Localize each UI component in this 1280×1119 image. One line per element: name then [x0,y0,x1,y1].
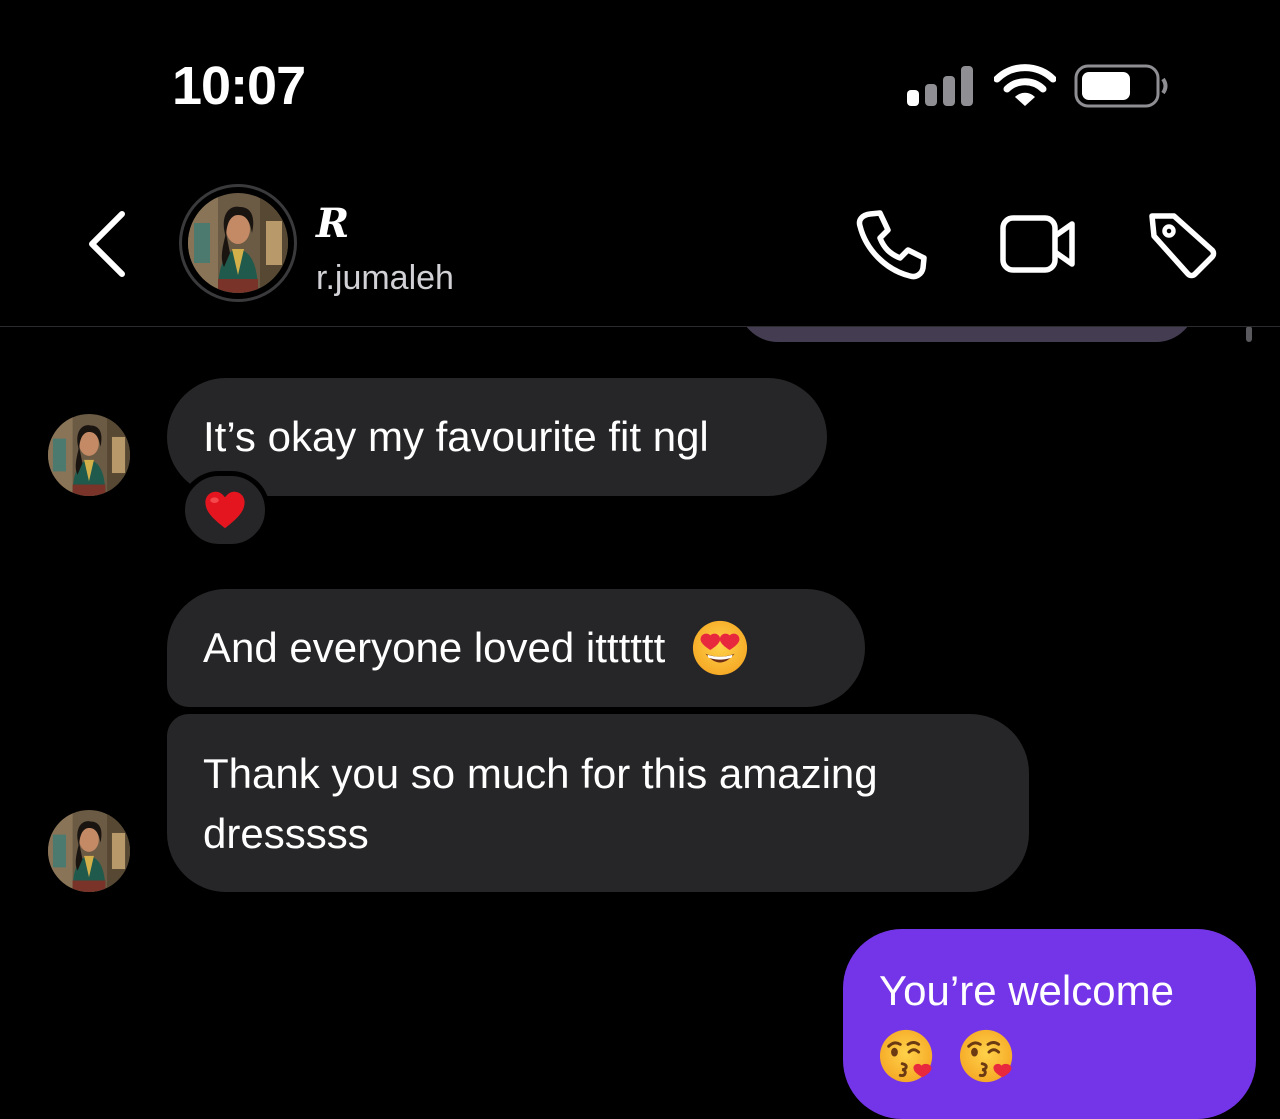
back-chevron-icon[interactable] [84,208,134,280]
message-text-line: dresssss [203,810,369,857]
wifi-icon [994,64,1056,106]
status-time: 10:07 [172,56,306,116]
message-text: And everyone loved itttttt [203,624,666,671]
phone-icon[interactable] [856,208,928,280]
incoming-message-bubble[interactable]: And everyone loved itttttt [167,589,865,707]
message-reaction[interactable] [180,471,270,549]
kissing-heart-emoji-icon [959,1027,1017,1085]
message-text-line: Thank you so much for this amazing [203,750,878,797]
profile-avatar[interactable] [179,184,297,302]
sender-avatar[interactable] [48,810,130,892]
contact-username[interactable]: r.jumaleh [316,256,454,300]
tag-icon[interactable] [1146,208,1220,282]
message-text: It’s okay my favourite fit ngl [203,413,709,460]
header-divider [0,326,1280,327]
contact-display-name[interactable]: R [316,200,349,248]
scroll-indicator [1246,326,1252,342]
incoming-message-bubble[interactable]: Thank you so much for this amazing dress… [167,714,1029,892]
message-text: You’re welcome [879,967,1174,1014]
sender-avatar[interactable] [48,414,130,496]
outgoing-message-bubble[interactable]: You’re welcome [843,929,1256,1119]
cellular-signal-icon [907,66,973,106]
kissing-heart-emoji-icon [879,1027,937,1085]
incoming-message-bubble[interactable]: It’s okay my favourite fit ngl [167,378,827,496]
heart-eyes-emoji-icon [691,619,749,677]
video-camera-icon[interactable] [1000,212,1076,276]
battery-icon [1074,64,1168,108]
red-heart-emoji-icon [204,490,246,530]
